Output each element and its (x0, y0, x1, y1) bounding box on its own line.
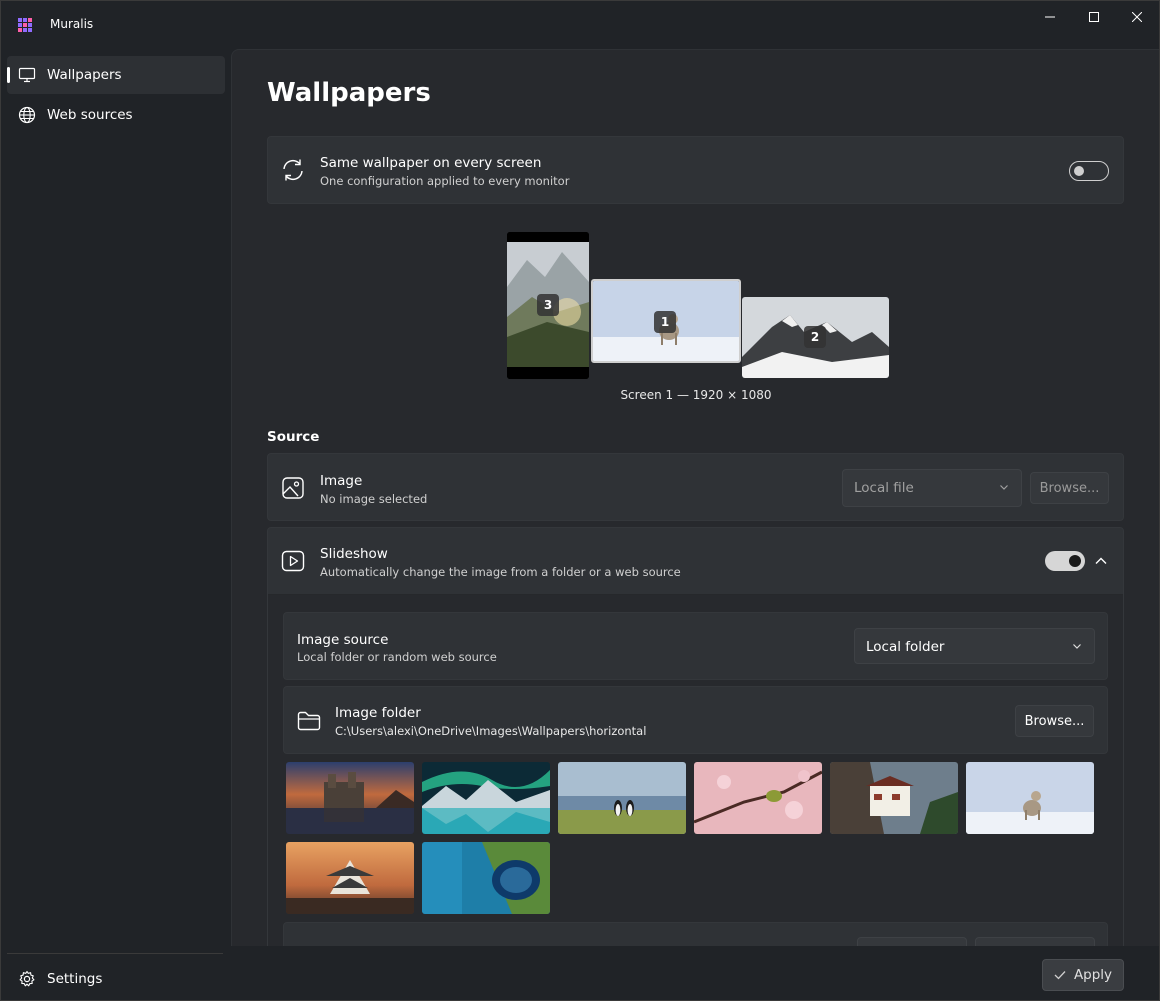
sidebar-item-label: Wallpapers (47, 67, 122, 83)
monitor-number: 2 (804, 326, 826, 348)
cliff-monastery-image (830, 762, 958, 834)
slideshow-card: Slideshow Automatically change the image… (267, 527, 1124, 946)
image-source-description: Local folder or random web source (297, 650, 497, 664)
app-title: Muralis (50, 17, 94, 31)
sidebar-divider (7, 953, 223, 954)
monitor-number: 1 (654, 311, 676, 333)
slideshow-toggle[interactable] (1045, 551, 1085, 571)
same-wallpaper-card: Same wallpaper on every screen One confi… (267, 136, 1124, 204)
thumbnail[interactable] (286, 842, 414, 914)
close-button[interactable] (1115, 1, 1159, 33)
partial-button[interactable] (975, 937, 1095, 946)
penguins-shore-image (558, 762, 686, 834)
toggle-knob (1069, 555, 1081, 567)
chevron-down-icon (1000, 485, 1008, 490)
image-icon (282, 477, 304, 499)
thumbnail[interactable] (830, 762, 958, 834)
next-setting-card (283, 922, 1108, 946)
monitor-2[interactable]: 2 (742, 297, 889, 378)
image-folder-title: Image folder (335, 705, 421, 721)
apply-label: Apply (1073, 967, 1113, 983)
partial-dropdown[interactable] (857, 937, 967, 946)
monitor-number: 3 (537, 294, 559, 316)
sidebar-item-label: Settings (47, 971, 103, 987)
page-title: Wallpapers (267, 78, 431, 108)
checkmark-icon (1054, 971, 1066, 980)
toggle-knob (1074, 166, 1084, 176)
same-wallpaper-description: One configuration applied to every monit… (320, 174, 570, 188)
main-content[interactable]: Wallpapers Same wallpaper on every scree… (231, 49, 1159, 946)
app-window: Muralis Wallpapers Web sources Settings … (0, 0, 1160, 1001)
image-source-dropdown[interactable]: Local file (842, 469, 1022, 507)
minimize-button[interactable] (1028, 1, 1072, 33)
maximize-icon (1089, 12, 1099, 22)
close-icon (1132, 12, 1142, 22)
screen-caption: Screen 1 — 1920 × 1080 (620, 388, 772, 402)
sidebar-item-label: Web sources (47, 107, 133, 123)
monitor-3[interactable]: 3 (507, 232, 589, 379)
folder-icon (297, 711, 321, 731)
minimize-icon (1045, 16, 1055, 18)
app-logo-icon (18, 17, 34, 33)
thumbnail[interactable] (966, 762, 1094, 834)
image-source-title: Image source (297, 632, 389, 648)
maximize-button[interactable] (1072, 1, 1116, 33)
folder-browse-button[interactable]: Browse... (1015, 705, 1094, 737)
monitor-1[interactable]: 1 (591, 279, 741, 363)
chevron-down-icon (1073, 644, 1081, 649)
thumbnail[interactable] (694, 762, 822, 834)
image-title: Image (320, 473, 363, 489)
globe-icon (18, 106, 36, 124)
sidebar-item-web-sources[interactable]: Web sources (7, 96, 225, 134)
image-browse-button[interactable]: Browse... (1030, 472, 1109, 504)
apply-button[interactable]: Apply (1042, 959, 1124, 991)
dropdown-value: Local file (854, 480, 914, 496)
slideshow-title: Slideshow (320, 546, 388, 562)
slideshow-source-dropdown[interactable]: Local folder (854, 628, 1095, 664)
same-wallpaper-toggle[interactable] (1069, 161, 1109, 181)
japanese-castle-sunset-image (286, 842, 414, 914)
thumbnail[interactable] (558, 762, 686, 834)
source-section-label: Source (267, 429, 320, 445)
image-folder-path: C:\Users\alexi\OneDrive\Images\Wallpaper… (335, 724, 647, 738)
same-wallpaper-title: Same wallpaper on every screen (320, 155, 542, 171)
thumbnail[interactable] (422, 762, 550, 834)
image-source-card: Image source Local folder or random web … (283, 612, 1108, 680)
slideshow-header[interactable]: Slideshow Automatically change the image… (268, 528, 1123, 595)
selection-indicator (7, 67, 10, 83)
sidebar-item-settings[interactable]: Settings (7, 960, 225, 998)
lynx-snow-image (966, 762, 1094, 834)
image-description: No image selected (320, 492, 428, 506)
image-card: Image No image selected Local file Brows… (267, 453, 1124, 521)
gear-icon (19, 970, 35, 987)
title-bar: Muralis (1, 1, 1159, 49)
bird-blossom-image (694, 762, 822, 834)
image-folder-card: Image folder C:\Users\alexi\OneDrive\Ima… (283, 686, 1108, 754)
castle-lake-image (286, 762, 414, 834)
slideshow-description: Automatically change the image from a fo… (320, 565, 681, 579)
play-icon (281, 550, 305, 572)
sync-icon (283, 159, 303, 181)
dropdown-value: Local folder (866, 639, 945, 655)
footer-bar: Apply (231, 946, 1159, 1000)
chevron-up-icon[interactable] (1095, 556, 1107, 566)
aurora-lake-image (422, 762, 550, 834)
sidebar-item-wallpapers[interactable]: Wallpapers (7, 56, 225, 94)
thumbnail[interactable] (422, 842, 550, 914)
blue-sinkhole-image (422, 842, 550, 914)
thumbnail[interactable] (286, 762, 414, 834)
monitor-icon (18, 67, 36, 83)
